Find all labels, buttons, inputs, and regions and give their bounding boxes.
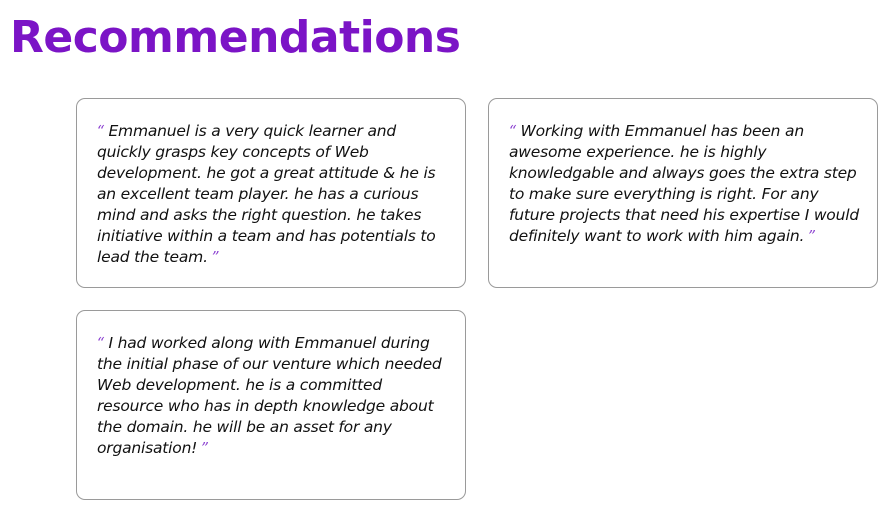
recommendation-card: “I had worked along with Emmanuel during… xyxy=(76,310,466,500)
close-quote-icon: ” xyxy=(201,439,209,457)
recommendation-quote: “Emmanuel is a very quick learner and qu… xyxy=(97,121,447,268)
recommendation-text: Emmanuel is a very quick learner and qui… xyxy=(97,122,436,266)
close-quote-icon: ” xyxy=(211,248,220,266)
section-title: Recommendations xyxy=(10,12,461,63)
recommendation-quote: “Working with Emmanuel has been an aweso… xyxy=(509,121,859,247)
open-quote-icon: “ xyxy=(97,122,105,140)
close-quote-icon: ” xyxy=(808,227,816,245)
recommendation-card: “Working with Emmanuel has been an aweso… xyxy=(488,98,878,288)
open-quote-icon: “ xyxy=(509,122,517,140)
recommendation-card: “Emmanuel is a very quick learner and qu… xyxy=(76,98,466,288)
open-quote-icon: “ xyxy=(97,334,105,352)
recommendation-quote: “I had worked along with Emmanuel during… xyxy=(97,333,447,459)
recommendation-text: Working with Emmanuel has been an awesom… xyxy=(509,122,859,245)
recommendation-text: I had worked along with Emmanuel during … xyxy=(97,334,442,457)
